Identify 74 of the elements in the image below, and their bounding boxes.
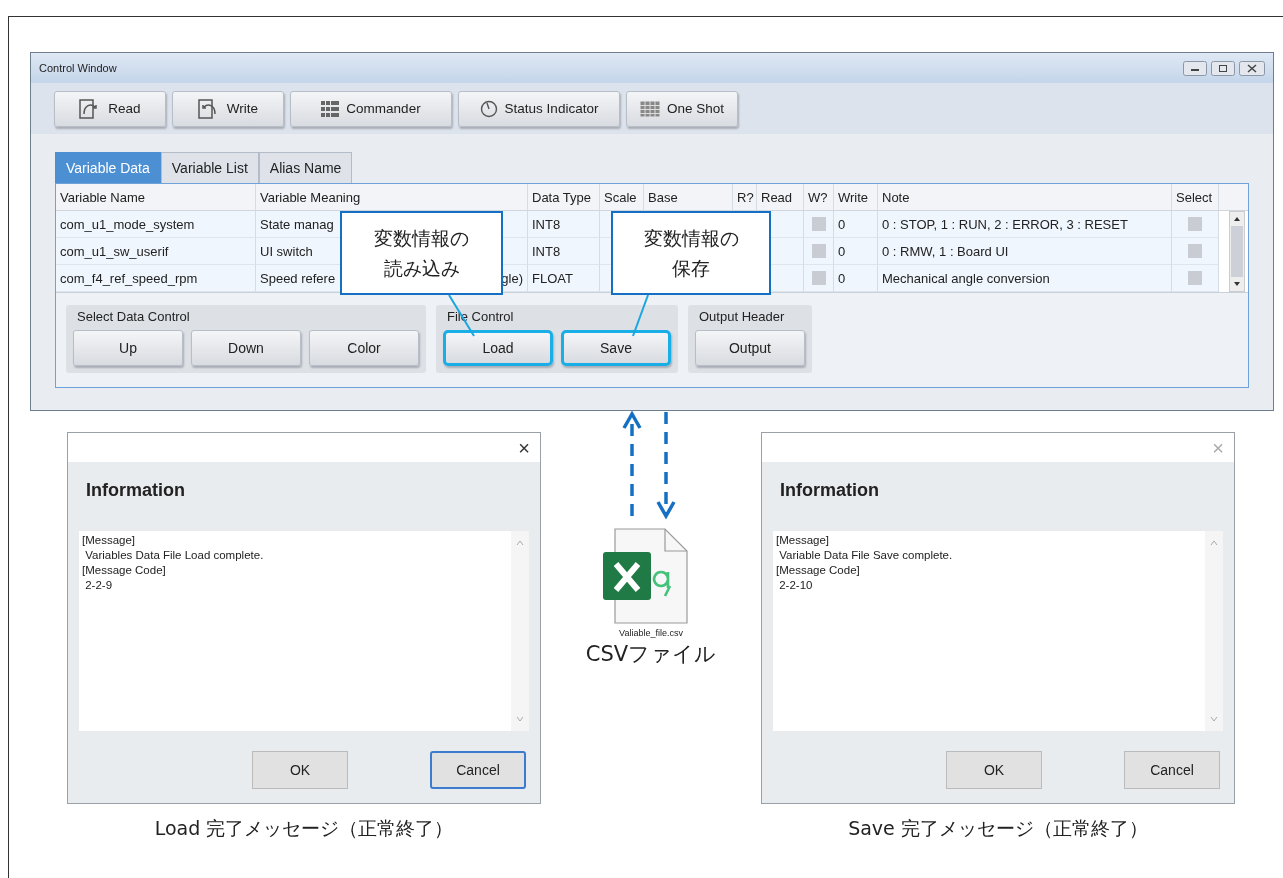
column-header: Variable Meaning [256, 184, 528, 210]
dialog-title: Information [779, 480, 880, 502]
action-button[interactable]: Down [191, 330, 301, 366]
dialog-button[interactable]: OK [946, 751, 1042, 789]
action-button[interactable]: Up [73, 330, 183, 366]
spreadsheet-file-icon [603, 528, 689, 624]
minimize-icon[interactable] [1183, 60, 1207, 76]
column-header: Note [878, 184, 1172, 210]
table-cell: FLOAT [532, 270, 573, 286]
column-header: Write [834, 184, 878, 210]
checkbox[interactable] [811, 217, 826, 231]
table-cell: com_u1_mode_system [60, 216, 195, 232]
dialog-button[interactable]: OK [252, 751, 348, 789]
table-cell: INT8 [532, 216, 561, 232]
table-cell: 0 [838, 243, 846, 259]
caption: Save 完了メッセージ（正常終了） [848, 816, 1148, 841]
action-button[interactable]: Load [443, 330, 553, 366]
action-button[interactable]: Save [561, 330, 671, 366]
toolbar-button[interactable]: One Shot [626, 90, 738, 127]
group-title: Output Header [698, 309, 786, 324]
toolbar-button[interactable]: Read [54, 90, 166, 127]
dialog-title: Information [85, 480, 186, 502]
table-cell: 0 [838, 270, 846, 286]
callout: 変数情報の 読み込み [340, 211, 503, 295]
message-text: [Message] Variable Data File Save complete. [Message Code] 2-2-10 [775, 533, 954, 593]
dialog-button[interactable]: Cancel [430, 751, 526, 789]
table-cell: 0 [838, 216, 846, 232]
grid-icon [321, 100, 340, 117]
table-cell: com_f4_ref_speed_rpm [60, 270, 198, 286]
table-cell: 0 : STOP, 1 : RUN, 2 : ERROR, 3 : RESET [882, 216, 1128, 232]
table-icon [639, 100, 660, 117]
column-header: Data Type [528, 184, 600, 210]
scroll-up-icon[interactable] [1232, 215, 1242, 223]
close-icon[interactable] [1239, 60, 1265, 76]
toolbar-button[interactable]: Write [172, 90, 284, 127]
column-header: W? [804, 184, 834, 210]
column-header: Read [757, 184, 804, 210]
table-cell: Mechanical angle conversion [882, 270, 1050, 286]
action-button[interactable]: Output [695, 330, 805, 366]
callout: 変数情報の 保存 [611, 211, 771, 295]
tab[interactable]: Variable List [160, 152, 259, 183]
window-title: Control Window [39, 62, 117, 74]
column-header: Variable Name [56, 184, 256, 210]
column-header: R? [733, 184, 757, 210]
leader-line [632, 294, 649, 337]
message-text: [Message] Variables Data File Load complete. [Message Code] 2-2-9 [81, 533, 265, 593]
maximize-icon[interactable] [1211, 60, 1235, 76]
table-cell: Speed refere [260, 270, 336, 286]
column-header: Select [1172, 184, 1219, 210]
checkbox[interactable] [811, 244, 826, 258]
table-cell: INT8 [532, 243, 561, 259]
caption: Load 完了メッセージ（正常終了） [154, 816, 454, 841]
table-cell: State manag [260, 216, 334, 232]
group-title: Select Data Control [76, 309, 191, 324]
toolbar-button[interactable]: Commander [290, 90, 452, 127]
close-button[interactable]: × [518, 437, 530, 458]
column-header: Base [644, 184, 733, 210]
action-button[interactable]: Color [309, 330, 419, 366]
dialog-button[interactable]: Cancel [1124, 751, 1220, 789]
column-header: Scale [600, 184, 644, 210]
scrollbar[interactable] [1229, 211, 1245, 292]
table-cell: UI switch [260, 243, 313, 259]
toolbar-button[interactable]: Status Indicator [458, 90, 620, 127]
file-label: CSVファイル [585, 641, 717, 668]
table-cell: 0 : RMW, 1 : Board UI [882, 243, 1009, 259]
scroll-down-icon[interactable] [1232, 280, 1242, 288]
checkbox[interactable] [1188, 244, 1202, 258]
checkbox[interactable] [811, 271, 826, 285]
checkbox[interactable] [1188, 217, 1202, 231]
table-cell: com_u1_sw_userif [60, 243, 169, 259]
checkbox[interactable] [1188, 271, 1202, 285]
file-name: Valiable_file.csv [619, 628, 683, 638]
tab[interactable]: Alias Name [258, 152, 353, 183]
gauge-icon [479, 99, 498, 118]
